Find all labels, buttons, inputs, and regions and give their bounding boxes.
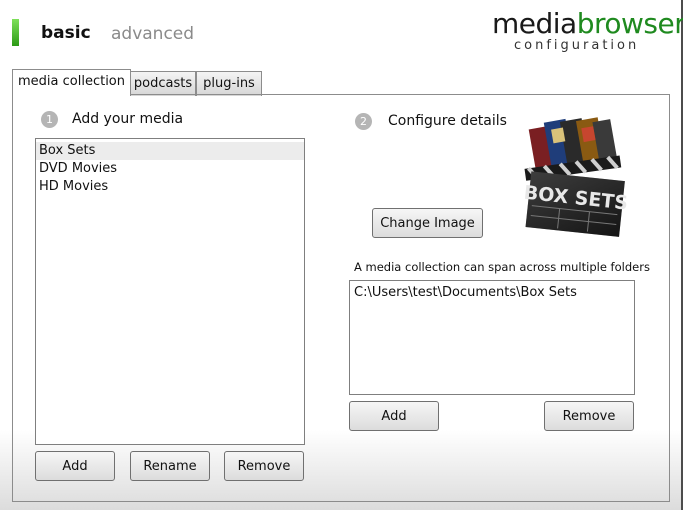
step-2-badge: 2 <box>355 113 372 130</box>
add-media-title: Add your media <box>72 111 184 127</box>
remove-media-button[interactable]: Remove <box>224 451 304 481</box>
box-sets-image: BOX SETS <box>520 116 629 240</box>
list-item[interactable]: DVD Movies <box>36 160 304 178</box>
configure-details-title: Configure details <box>388 113 507 129</box>
logo-subtitle: configuration <box>514 38 640 53</box>
change-image-button[interactable]: Change Image <box>372 208 483 238</box>
mediabrowser-logo: mediabrowser configuration <box>492 7 683 54</box>
step-1-badge: 1 <box>41 111 58 128</box>
list-item[interactable]: HD Movies <box>36 178 304 196</box>
folders-hint: A media collection can span across multi… <box>354 260 650 274</box>
media-collection-list[interactable]: Box Sets DVD Movies HD Movies <box>35 138 305 445</box>
nav-basic[interactable]: basic <box>41 23 91 43</box>
list-item[interactable]: Box Sets <box>36 142 304 160</box>
active-indicator-bar <box>12 19 19 46</box>
add-folder-button[interactable]: Add <box>349 401 439 431</box>
nav-advanced[interactable]: advanced <box>111 24 194 44</box>
add-media-button[interactable]: Add <box>35 451 115 481</box>
logo-word-media: media <box>492 7 577 40</box>
tab-podcasts[interactable]: podcasts <box>130 71 196 96</box>
rename-media-button[interactable]: Rename <box>130 451 210 481</box>
folder-list[interactable]: C:\Users\test\Documents\Box Sets <box>349 280 635 395</box>
tab-plug-ins[interactable]: plug-ins <box>196 71 262 96</box>
list-item[interactable]: C:\Users\test\Documents\Box Sets <box>350 281 634 305</box>
remove-folder-button[interactable]: Remove <box>544 401 634 431</box>
logo-word-browser: browser <box>576 7 683 40</box>
tab-media-collection[interactable]: media collection <box>12 69 131 96</box>
